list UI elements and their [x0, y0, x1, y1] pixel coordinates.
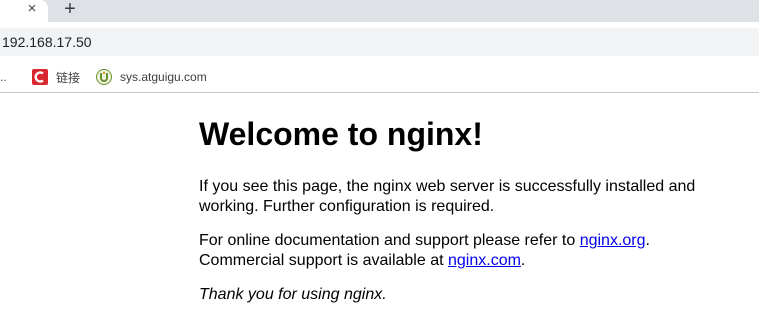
bookmark-item-atguigu[interactable]: sys.atguigu.com — [96, 67, 207, 87]
intro-paragraph: If you see this page, the nginx web serv… — [199, 178, 696, 215]
docs-paragraph: For online documentation and support ple… — [199, 231, 719, 271]
bookmark-label: 链接 — [56, 70, 81, 85]
thank-you-paragraph: Thank you for using nginx. — [199, 286, 387, 303]
nginx-com-link[interactable]: nginx.com — [448, 252, 521, 269]
page-title: Welcome to nginx! — [199, 116, 483, 152]
bookmark-item-link[interactable]: 链接 — [32, 67, 80, 87]
active-tab[interactable]: × — [0, 0, 48, 22]
docs-period: . — [645, 232, 650, 249]
browser-toolbar: 192.168.17.50 — [0, 22, 759, 62]
new-tab-button[interactable]: + — [60, 0, 80, 19]
bookmark-label: sys.atguigu.com — [120, 70, 207, 84]
nginx-org-link[interactable]: nginx.org — [580, 232, 646, 249]
address-bar[interactable]: 192.168.17.50 — [0, 28, 759, 56]
tab-strip: × + — [0, 0, 759, 22]
address-text[interactable]: 192.168.17.50 — [2, 34, 92, 50]
commercial-period: . — [520, 252, 526, 269]
bookmarks-bar: .. 链接 sys.atguigu.com — [0, 62, 759, 93]
bookmarks-overflow[interactable]: .. — [0, 70, 7, 84]
page-viewport: Welcome to nginx! If you see this page, … — [0, 93, 759, 324]
commercial-text: Commercial support is available at — [199, 252, 448, 269]
csdn-icon — [32, 69, 48, 85]
close-tab-icon[interactable]: × — [24, 1, 40, 17]
atguigu-icon — [96, 69, 112, 85]
docs-text: For online documentation and support ple… — [199, 232, 580, 249]
